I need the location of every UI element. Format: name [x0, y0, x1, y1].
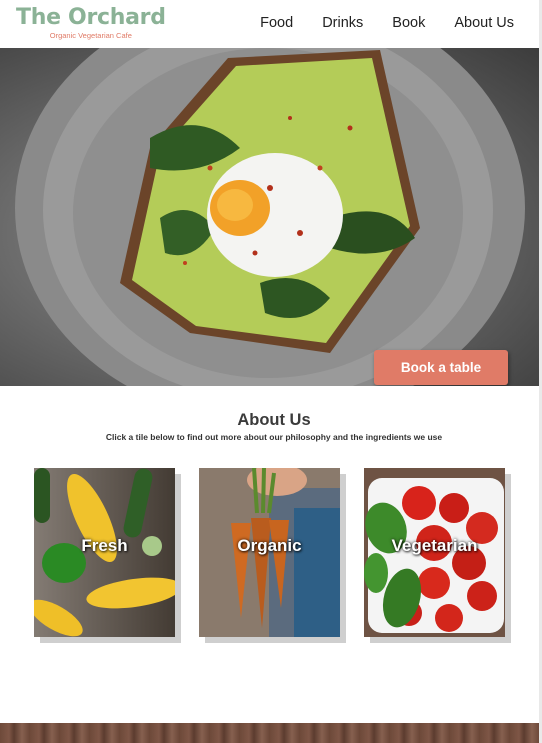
hero-banner: Book a table: [0, 48, 539, 386]
footer-wood-image: [0, 723, 539, 743]
about-subheading: Click a tile below to find out more abou…: [105, 432, 443, 442]
nav-book[interactable]: Book: [392, 14, 425, 32]
tile-organic[interactable]: Organic: [199, 468, 340, 637]
about-heading: About Us: [237, 411, 311, 429]
nav-drinks[interactable]: Drinks: [322, 14, 363, 32]
nav-about-us[interactable]: About Us: [454, 14, 514, 32]
tile-fresh[interactable]: Fresh: [34, 468, 175, 637]
main-nav: Food Drinks Book About Us: [231, 14, 514, 32]
tile-fresh-label: Fresh: [81, 536, 128, 555]
tile-vegetarian[interactable]: Vegetarian: [364, 468, 505, 637]
site-header: The Orchard Organic Vegetarian Cafe Food…: [0, 0, 542, 48]
tile-vegetarian-label: Vegetarian: [391, 536, 478, 555]
logo-title: The Orchard: [16, 5, 166, 30]
hero-photo: [15, 48, 525, 386]
nav-food[interactable]: Food: [260, 14, 293, 32]
logo-link[interactable]: The Orchard Organic Vegetarian Cafe: [16, 5, 166, 41]
book-table-button[interactable]: Book a table: [374, 350, 508, 385]
logo-subtitle: Organic Vegetarian Cafe: [49, 31, 132, 40]
tile-organic-label: Organic: [237, 536, 302, 555]
